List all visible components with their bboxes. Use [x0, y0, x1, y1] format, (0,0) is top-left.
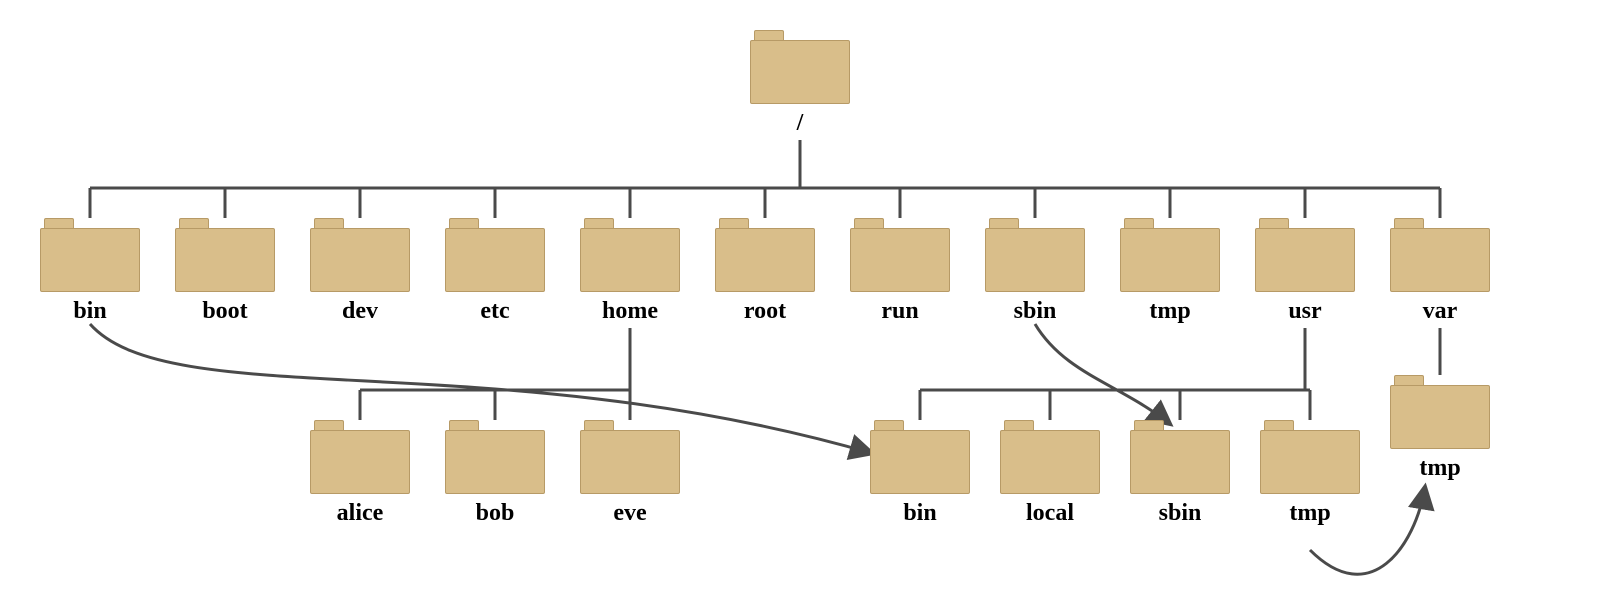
folder-node-usr: usr [1255, 218, 1355, 325]
folder-label: bin [870, 500, 970, 527]
folder-icon [580, 420, 680, 494]
folder-icon [1390, 218, 1490, 292]
folder-icon [750, 30, 850, 104]
folder-label: tmp [1120, 298, 1220, 325]
folder-node-usbin: sbin [1130, 420, 1230, 527]
folder-icon [1255, 218, 1355, 292]
folder-label: local [1000, 500, 1100, 527]
folder-icon [310, 218, 410, 292]
folder-label: run [850, 298, 950, 325]
folder-node-var: var [1390, 218, 1490, 325]
folder-label: tmp [1390, 455, 1490, 482]
folder-icon [1120, 218, 1220, 292]
folder-icon [1000, 420, 1100, 494]
folder-node-rootd: root [715, 218, 815, 325]
folder-icon [850, 218, 950, 292]
folder-node-dev: dev [310, 218, 410, 325]
folder-node-ulocal: local [1000, 420, 1100, 527]
folder-label: tmp [1260, 500, 1360, 527]
folder-icon [40, 218, 140, 292]
folder-label: etc [445, 298, 545, 325]
folder-icon [1390, 375, 1490, 449]
folder-label: sbin [985, 298, 1085, 325]
folder-icon [445, 218, 545, 292]
folder-label: var [1390, 298, 1490, 325]
folder-node-vtmp: tmp [1390, 375, 1490, 482]
folder-label: eve [580, 500, 680, 527]
folder-icon [445, 420, 545, 494]
folder-label: alice [310, 500, 410, 527]
folder-label: home [580, 298, 680, 325]
folder-node-bob: bob [445, 420, 545, 527]
folder-node-alice: alice [310, 420, 410, 527]
folder-label: sbin [1130, 500, 1230, 527]
folder-label: root [715, 298, 815, 325]
folder-node-ubin: bin [870, 420, 970, 527]
folder-icon [985, 218, 1085, 292]
filesystem-tree-diagram: / bin boot dev etc home root run sbin tmp usr var al… [0, 0, 1600, 614]
folder-icon [1130, 420, 1230, 494]
folder-icon [1260, 420, 1360, 494]
folder-label: dev [310, 298, 410, 325]
folder-node-eve: eve [580, 420, 680, 527]
folder-icon [715, 218, 815, 292]
folder-node-sbin: sbin [985, 218, 1085, 325]
folder-node-run: run [850, 218, 950, 325]
folder-node-utmp: tmp [1260, 420, 1360, 527]
folder-label: bob [445, 500, 545, 527]
folder-node-etc: etc [445, 218, 545, 325]
folder-icon [175, 218, 275, 292]
folder-node-bin: bin [40, 218, 140, 325]
folder-label: usr [1255, 298, 1355, 325]
folder-node-home: home [580, 218, 680, 325]
folder-node-tmp: tmp [1120, 218, 1220, 325]
folder-icon [580, 218, 680, 292]
folder-node-boot: boot [175, 218, 275, 325]
symlink-arrow [1035, 324, 1170, 424]
folder-icon [870, 420, 970, 494]
folder-label: / [750, 110, 850, 137]
folder-icon [310, 420, 410, 494]
folder-node-root: / [750, 30, 850, 137]
folder-label: boot [175, 298, 275, 325]
folder-label: bin [40, 298, 140, 325]
